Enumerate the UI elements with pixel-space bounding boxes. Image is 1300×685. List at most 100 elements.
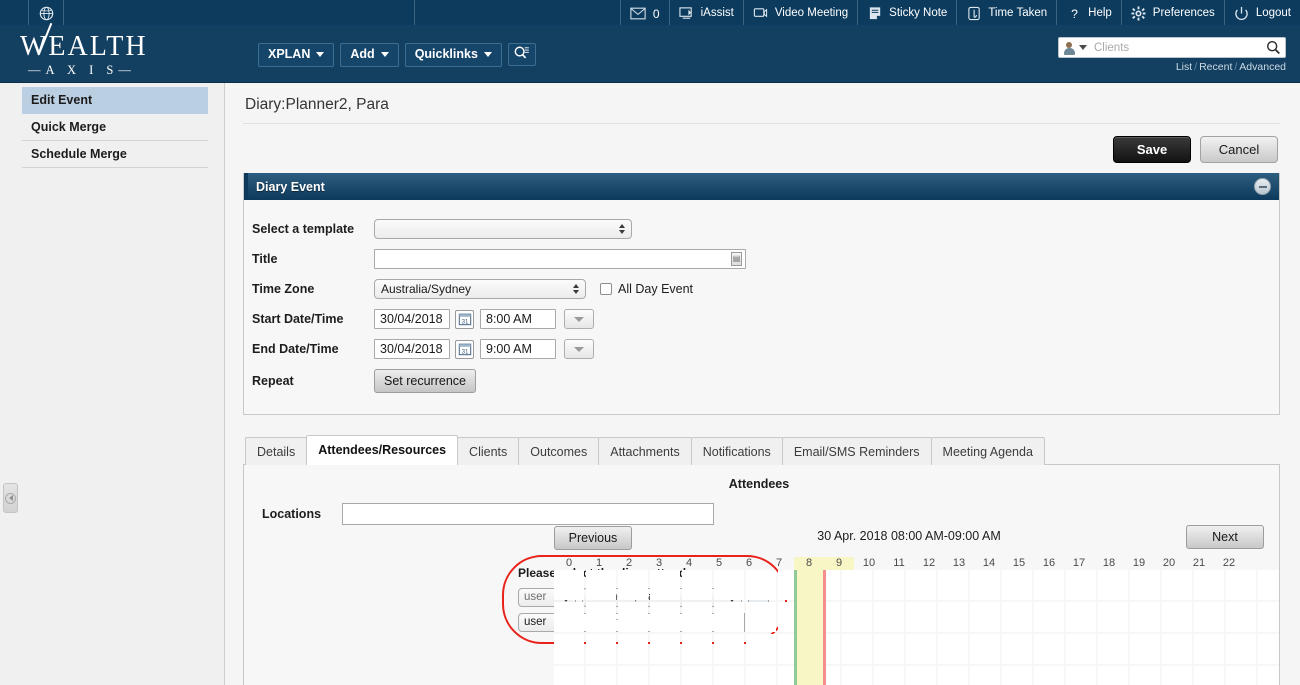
timeline-cell[interactable] — [842, 602, 872, 632]
end-time-dropdown-button[interactable] — [564, 339, 594, 359]
nav-search-list-button[interactable] — [507, 43, 536, 67]
timeline-cell[interactable] — [1098, 634, 1128, 664]
timeline-cell[interactable] — [682, 634, 712, 664]
timezone-select[interactable]: Australia/Sydney — [374, 279, 586, 299]
timeline-cell[interactable] — [682, 666, 712, 685]
timeline-cell[interactable] — [586, 634, 616, 664]
timeline-cell[interactable] — [1034, 634, 1064, 664]
preferences-button[interactable]: Preferences — [1122, 0, 1224, 27]
timeline-cell[interactable] — [906, 666, 936, 685]
minus-circle-icon[interactable] — [1254, 178, 1271, 195]
timeline-cell[interactable] — [554, 602, 584, 632]
timeline-cell[interactable] — [1194, 602, 1224, 632]
timeline-cell[interactable] — [1162, 634, 1192, 664]
timeline-cell[interactable] — [938, 570, 968, 600]
timeline-cell[interactable] — [618, 570, 648, 600]
timeline-cell[interactable] — [1258, 666, 1279, 685]
timeline-cell[interactable] — [746, 666, 776, 685]
timeline-cell[interactable] — [810, 634, 840, 664]
end-date-input[interactable] — [374, 339, 450, 359]
tab-notifications[interactable]: Notifications — [690, 437, 783, 465]
timeline-cell[interactable] — [618, 666, 648, 685]
timeline-cell[interactable] — [1034, 602, 1064, 632]
timeline-row[interactable] — [554, 634, 1279, 664]
timeline-cell[interactable] — [1002, 570, 1032, 600]
timeline-cell[interactable] — [842, 666, 872, 685]
timeline-cell[interactable] — [746, 634, 776, 664]
sidebar-item-quick-merge[interactable]: Quick Merge — [22, 114, 208, 141]
timeline-cell[interactable] — [1098, 602, 1128, 632]
video-meeting-button[interactable]: Video Meeting — [744, 0, 857, 27]
cancel-button[interactable]: Cancel — [1200, 136, 1278, 163]
start-time-dropdown-button[interactable] — [564, 309, 594, 329]
sticky-note-button[interactable]: Sticky Note — [858, 0, 956, 27]
locations-input[interactable] — [342, 503, 714, 525]
timeline-cell[interactable] — [714, 570, 744, 600]
timeline-cell[interactable] — [970, 634, 1000, 664]
timeline-cell[interactable] — [906, 634, 936, 664]
tab-details[interactable]: Details — [245, 437, 308, 465]
calendar-icon[interactable]: 31 — [455, 309, 474, 329]
brand-logo[interactable]: WEALTH —A X I S— — [20, 22, 220, 77]
timeline-cell[interactable] — [874, 570, 904, 600]
timeline-cell[interactable] — [1066, 666, 1096, 685]
timeline-cell[interactable] — [1194, 634, 1224, 664]
timeline-cell[interactable] — [810, 602, 840, 632]
timeline-cell[interactable] — [1162, 602, 1192, 632]
timeline-cell[interactable] — [1098, 666, 1128, 685]
timeline-cell[interactable] — [874, 634, 904, 664]
timeline-cell[interactable] — [554, 666, 584, 685]
timeline-cell[interactable] — [810, 666, 840, 685]
timeline-cell[interactable] — [1130, 602, 1160, 632]
help-button[interactable]: ? Help — [1057, 0, 1121, 27]
timeline-cell[interactable] — [1002, 602, 1032, 632]
resize-handle-icon[interactable]: ▤ — [731, 252, 742, 266]
timeline-cell[interactable] — [746, 570, 776, 600]
timeline-cell[interactable] — [938, 602, 968, 632]
timeline-cell[interactable] — [1194, 570, 1224, 600]
timeline-cell[interactable] — [1226, 602, 1256, 632]
timeline-cell[interactable] — [714, 666, 744, 685]
timeline-cell[interactable] — [554, 634, 584, 664]
timeline-cell[interactable] — [714, 634, 744, 664]
search-icon[interactable] — [1266, 40, 1281, 55]
timeline-cell[interactable] — [1162, 666, 1192, 685]
timeline-cell[interactable] — [1226, 634, 1256, 664]
timeline-cell[interactable] — [1194, 666, 1224, 685]
timeline-cell[interactable] — [1066, 602, 1096, 632]
time-taken-button[interactable]: Time Taken — [957, 0, 1056, 27]
start-time-input[interactable] — [480, 309, 556, 329]
tab-attendees-resources[interactable]: Attendees/Resources — [306, 435, 459, 465]
timeline-cell[interactable] — [682, 570, 712, 600]
tab-meeting-agenda[interactable]: Meeting Agenda — [930, 437, 1045, 465]
search-link-recent[interactable]: Recent — [1199, 61, 1232, 73]
timeline-cell[interactable] — [1034, 666, 1064, 685]
nav-xplan-button[interactable]: XPLAN — [258, 43, 335, 67]
tab-clients[interactable]: Clients — [457, 437, 520, 465]
tab-outcomes[interactable]: Outcomes — [518, 437, 600, 465]
timeline-cell[interactable] — [1130, 634, 1160, 664]
timeline-cell[interactable] — [1258, 570, 1279, 600]
timeline-cell[interactable] — [842, 570, 872, 600]
timeline-cell[interactable] — [842, 634, 872, 664]
end-time-input[interactable] — [480, 339, 556, 359]
title-input[interactable] — [374, 249, 746, 269]
timeline-cell[interactable] — [714, 602, 744, 632]
timeline-cell[interactable] — [874, 602, 904, 632]
timeline-cell[interactable] — [746, 602, 776, 632]
nav-add-button[interactable]: Add — [340, 43, 399, 67]
save-button[interactable]: Save — [1113, 136, 1191, 163]
timeline-cell[interactable] — [1258, 602, 1279, 632]
globe-button[interactable] — [29, 0, 63, 27]
timeline-cell[interactable] — [874, 666, 904, 685]
timeline-next-button[interactable]: Next — [1186, 525, 1264, 549]
timeline-cell[interactable] — [778, 634, 808, 664]
sidebar-collapse-handle[interactable] — [3, 483, 18, 513]
timeline-cell[interactable] — [1130, 666, 1160, 685]
timeline-cell[interactable] — [1226, 666, 1256, 685]
chevron-down-icon[interactable] — [1079, 45, 1087, 50]
all-day-event-checkbox[interactable] — [600, 283, 612, 295]
timeline-cell[interactable] — [586, 666, 616, 685]
timeline-cell[interactable] — [810, 570, 840, 600]
timeline-cell[interactable] — [650, 666, 680, 685]
